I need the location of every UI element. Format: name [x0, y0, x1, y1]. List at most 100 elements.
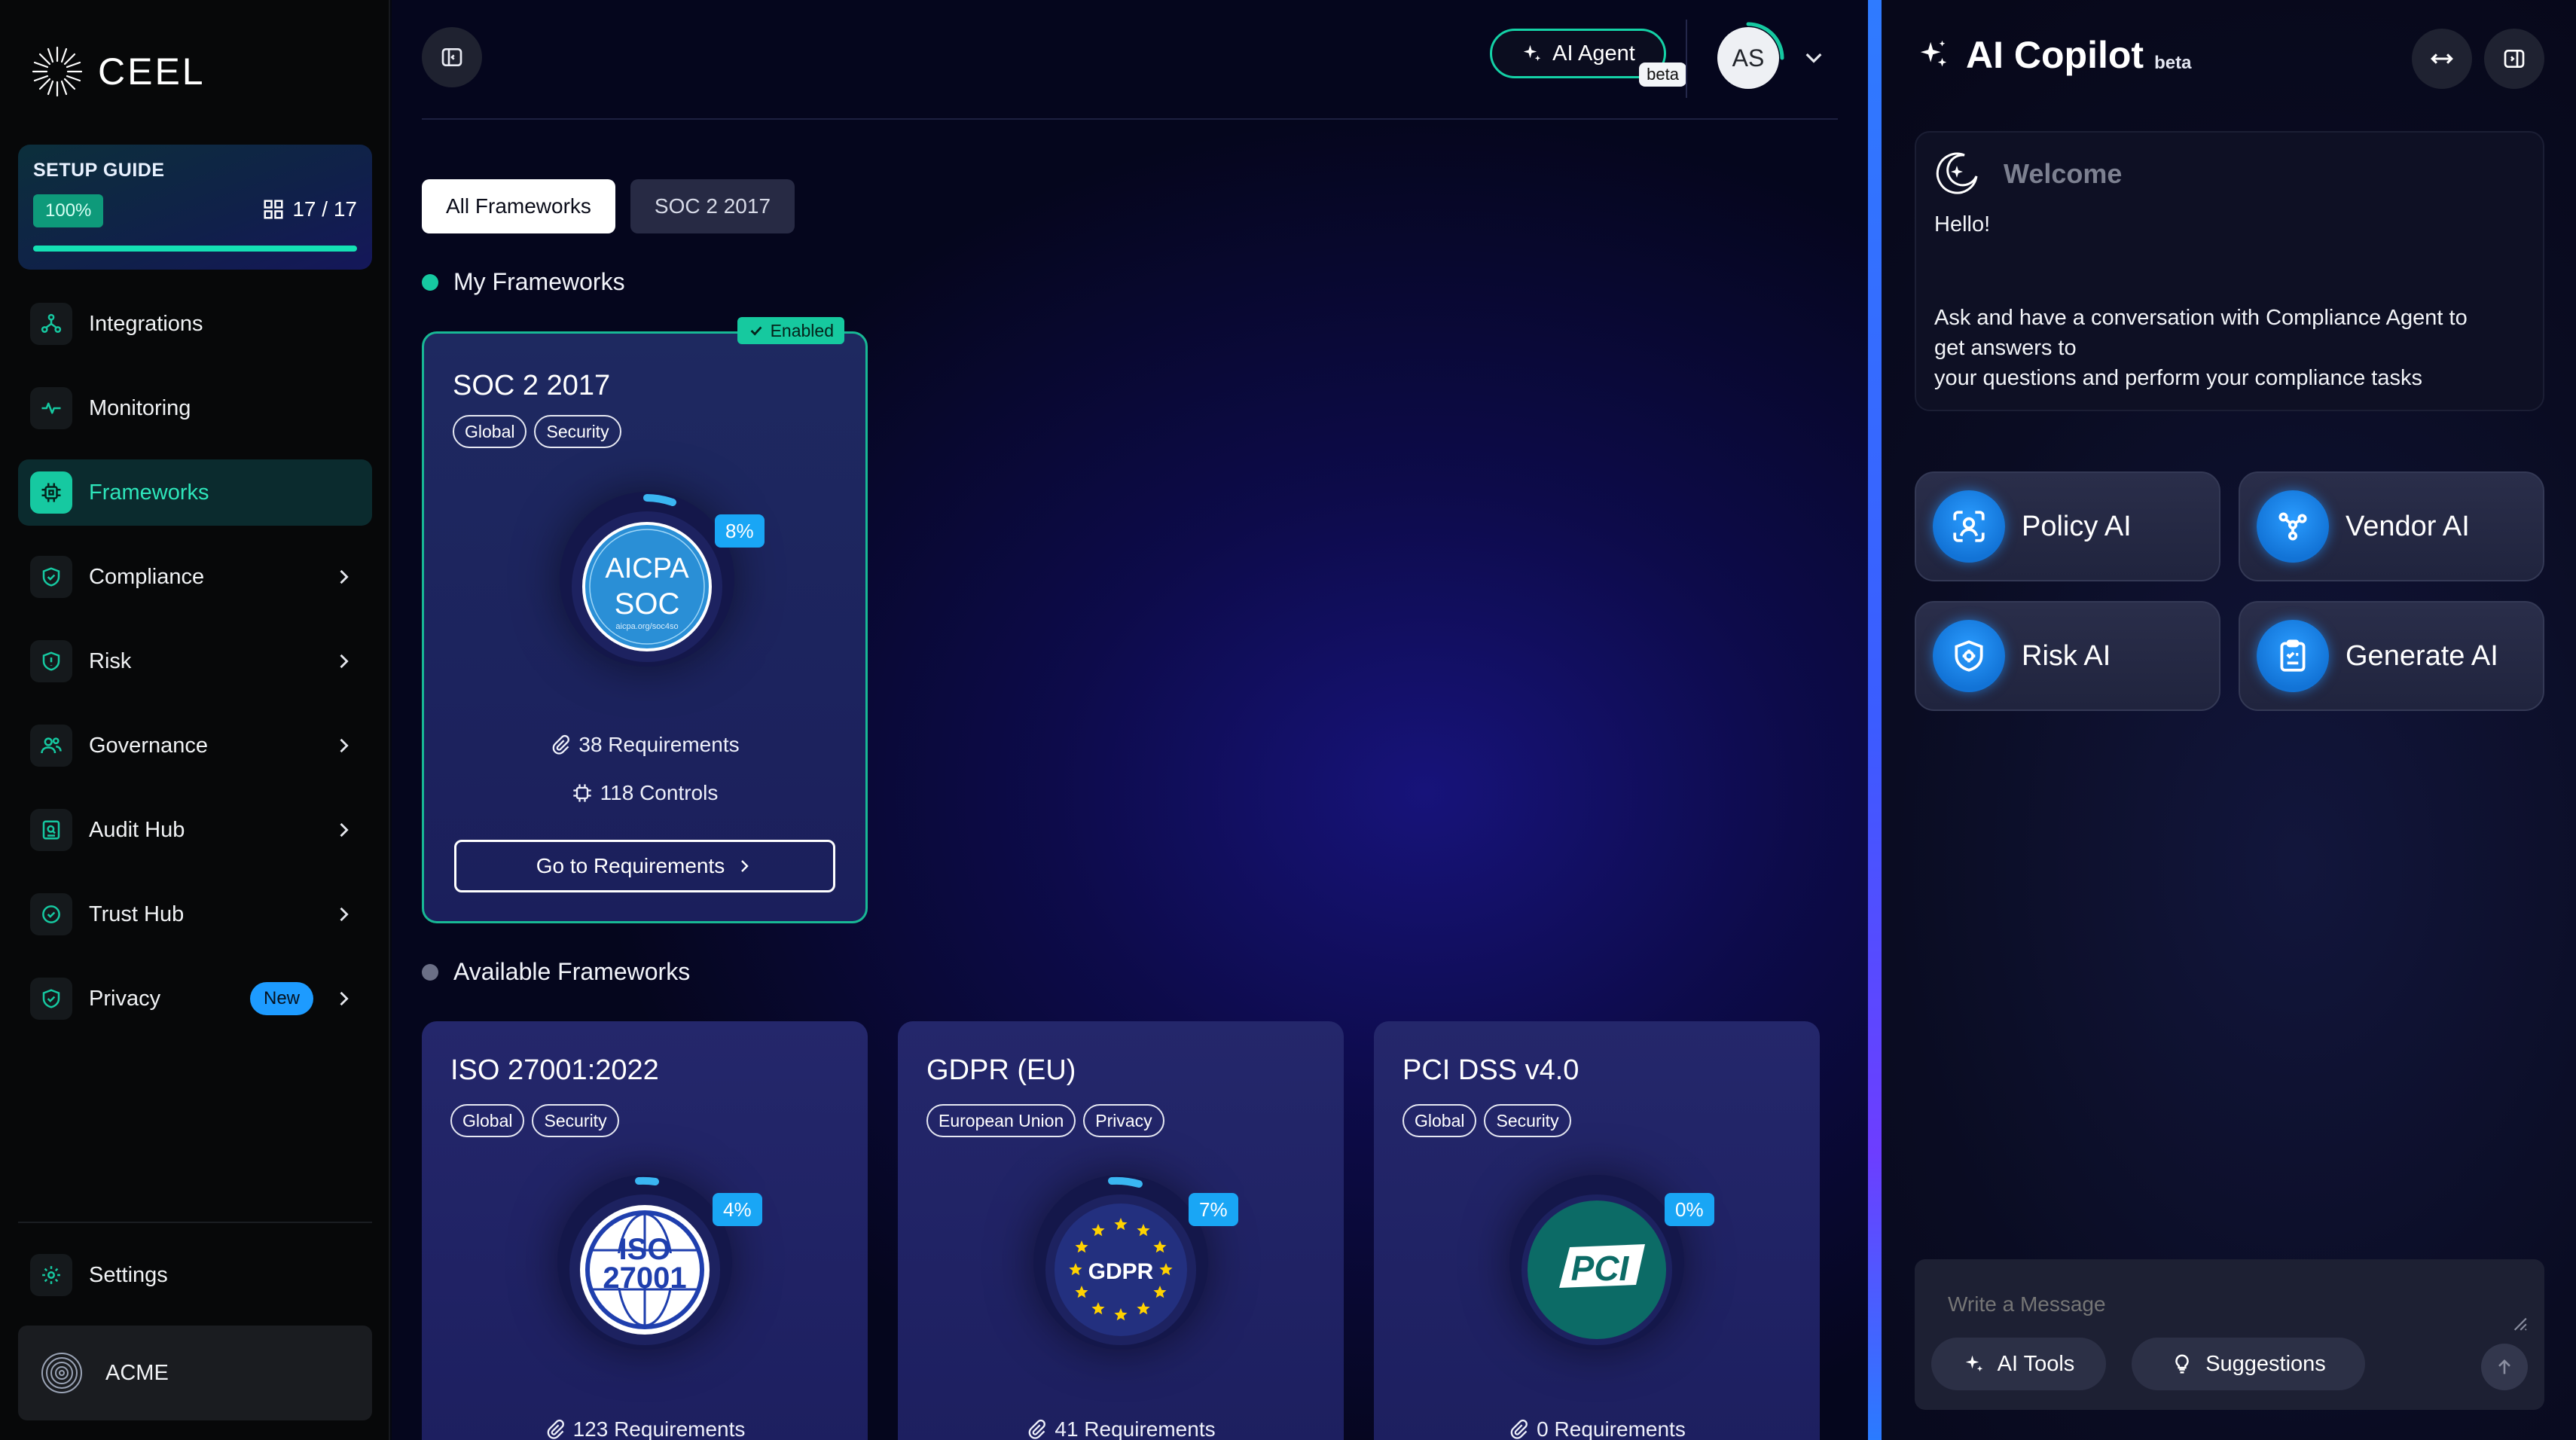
- sidebar-item-frameworks[interactable]: Frameworks: [18, 459, 372, 526]
- tag: Privacy: [1083, 1104, 1164, 1137]
- framework-title: SOC 2 2017: [453, 370, 611, 401]
- welcome-card: Welcome Hello! Ask and have a conversati…: [1915, 131, 2544, 411]
- ai-agent-label: AI Agent: [1552, 41, 1635, 66]
- risk-ai-button[interactable]: Risk AI: [1915, 601, 2220, 711]
- setup-guide[interactable]: SETUP GUIDE 100% 17 / 17: [18, 145, 372, 270]
- sidebar-item-monitoring[interactable]: Monitoring: [18, 375, 372, 441]
- gear-icon: [30, 1254, 72, 1296]
- close-panel-button[interactable]: [2484, 29, 2544, 89]
- sidebar-nav: Integrations Monitoring Frameworks Compl…: [18, 291, 372, 1050]
- enabled-badge-label: Enabled: [770, 321, 834, 340]
- arrows-horizontal-icon: [2431, 53, 2453, 64]
- suggestions-button[interactable]: Suggestions: [2132, 1338, 2365, 1390]
- framework-card-gdpr[interactable]: GDPR (EU) European Union Privacy GDPR 7%…: [898, 1021, 1344, 1440]
- send-message-button[interactable]: [2481, 1344, 2528, 1390]
- privacy-shield-icon: [30, 978, 72, 1020]
- panel-close-icon: [2504, 50, 2525, 68]
- tag: Security: [534, 415, 621, 448]
- chevron-down-icon[interactable]: [1802, 45, 1826, 69]
- setup-guide-progress-bar: [33, 246, 357, 252]
- ai-agent-beta-badge: beta: [1639, 63, 1686, 87]
- requirements-count: 38 Requirements: [424, 733, 865, 757]
- ai-tools-button[interactable]: AI Tools: [1931, 1338, 2106, 1390]
- network-icon: [2257, 490, 2329, 563]
- welcome-greeting: Hello!: [1934, 212, 1991, 236]
- sidebar-item-trust-hub[interactable]: Trust Hub: [18, 881, 372, 947]
- vendor-ai-button[interactable]: Vendor AI: [2239, 471, 2544, 581]
- sidebar-item-compliance[interactable]: Compliance: [18, 544, 372, 610]
- go-to-requirements-button[interactable]: Go to Requirements: [454, 840, 835, 892]
- welcome-line: your questions and perform your complian…: [1934, 366, 2422, 390]
- sidebar-divider: [18, 1222, 372, 1223]
- generate-ai-button[interactable]: Generate AI: [2239, 601, 2544, 711]
- framework-card-pci-dss[interactable]: PCI DSS v4.0 Global Security PCI 0% 0 Re…: [1374, 1021, 1820, 1440]
- sidebar-item-integrations[interactable]: Integrations: [18, 291, 372, 357]
- collapse-sidebar-button[interactable]: [422, 27, 482, 87]
- sparkle-icon: [1965, 1355, 1982, 1371]
- requirements-label: 0 Requirements: [1537, 1417, 1686, 1440]
- framework-card-iso27001[interactable]: ISO 27001:2022 Global Security ISO 27001…: [422, 1021, 868, 1440]
- go-to-requirements-label: Go to Requirements: [536, 854, 725, 877]
- policy-ai-button[interactable]: Policy AI: [1915, 471, 2220, 581]
- section-title: My Frameworks: [453, 268, 625, 295]
- chevron-right-icon: [340, 907, 349, 922]
- sidebar-item-risk[interactable]: Risk: [18, 628, 372, 694]
- svg-text:SOC: SOC: [615, 587, 680, 621]
- tab-soc2-2017[interactable]: SOC 2 2017: [630, 179, 795, 233]
- users-icon: [30, 725, 72, 767]
- fingerprint-icon: [41, 1353, 82, 1393]
- sidebar-item-privacy[interactable]: Privacy New: [18, 966, 372, 1032]
- framework-emblem: PCI 0%: [1509, 1175, 1714, 1350]
- tab-all-frameworks[interactable]: All Frameworks: [422, 179, 615, 233]
- user-avatar[interactable]: AS: [1717, 27, 1779, 89]
- tag: Security: [1484, 1104, 1571, 1137]
- chevron-right-icon: [340, 991, 349, 1006]
- sidebar-item-label: Trust Hub: [89, 902, 185, 926]
- brand-logo[interactable]: CEEL: [29, 39, 206, 104]
- chevron-right-icon: [741, 860, 749, 872]
- requirements-label: 123 Requirements: [572, 1417, 746, 1440]
- expand-panel-button[interactable]: [2412, 29, 2472, 89]
- tag: European Union: [926, 1104, 1076, 1137]
- framework-title: GDPR (EU): [926, 1054, 1076, 1086]
- paperclip-icon: [553, 734, 570, 755]
- section-title: Available Frameworks: [453, 958, 691, 985]
- sidebar-item-audit-hub[interactable]: Audit Hub: [18, 797, 372, 863]
- sidebar-item-label: Integrations: [89, 311, 203, 336]
- sidebar-item-governance[interactable]: Governance: [18, 712, 372, 779]
- copilot-title: AI Copilot: [1966, 34, 2144, 76]
- sidebar-item-label: Monitoring: [89, 395, 191, 420]
- main-content: AI Agent beta AS All Frameworks SOC 2 20…: [392, 0, 1868, 1440]
- sidebar-item-label: Compliance: [89, 564, 205, 589]
- progress-percent-badge: 7%: [1189, 1193, 1238, 1226]
- resize-grip-icon[interactable]: [2508, 1312, 2528, 1332]
- ai-agent-button[interactable]: AI Agent beta: [1490, 29, 1686, 87]
- controls-label: 118 Controls: [600, 781, 719, 804]
- tile-label: Risk AI: [2022, 639, 2111, 672]
- tile-label: Vendor AI: [2346, 510, 2470, 542]
- eu-stars-logo-icon: GDPR: [1045, 1176, 1196, 1345]
- framework-title: PCI DSS v4.0: [1402, 1054, 1579, 1086]
- controls-count: 118 Controls: [424, 781, 865, 805]
- sidebar-item-settings[interactable]: Settings: [30, 1249, 168, 1301]
- framework-card-soc2[interactable]: Enabled SOC 2 2017 Global Security AICPA…: [422, 317, 868, 923]
- sidebar: CEEL SETUP GUIDE 100% 17 / 17 Integratio…: [0, 0, 390, 1440]
- tag: Security: [532, 1104, 619, 1137]
- organization-switcher[interactable]: ACME: [18, 1326, 372, 1420]
- chevron-right-icon: [340, 738, 349, 753]
- aicpa-soc-logo-icon: AICPA SOC aicpa.org/soc4so: [572, 494, 722, 662]
- setup-guide-progress-fill: [33, 246, 357, 252]
- setup-guide-title: SETUP GUIDE: [33, 160, 165, 181]
- framework-emblem: ISO 27001 4%: [557, 1175, 762, 1350]
- setup-guide-count-text: 17 / 17: [292, 197, 357, 221]
- copilot-panel-divider[interactable]: [1868, 0, 1882, 1440]
- sidebar-item-label: Governance: [89, 733, 208, 758]
- chip-icon: [572, 784, 591, 802]
- copilot-header: AI Copilot beta: [1916, 33, 2191, 77]
- message-input[interactable]: [1948, 1292, 2475, 1316]
- status-dot: [422, 273, 438, 291]
- available-frameworks-heading: Available Frameworks: [422, 958, 690, 986]
- shield-gear-icon: [1933, 620, 2005, 692]
- framework-emblem: AICPA SOC aicpa.org/soc4so 8%: [560, 492, 765, 667]
- svg-text:GDPR: GDPR: [1088, 1259, 1154, 1284]
